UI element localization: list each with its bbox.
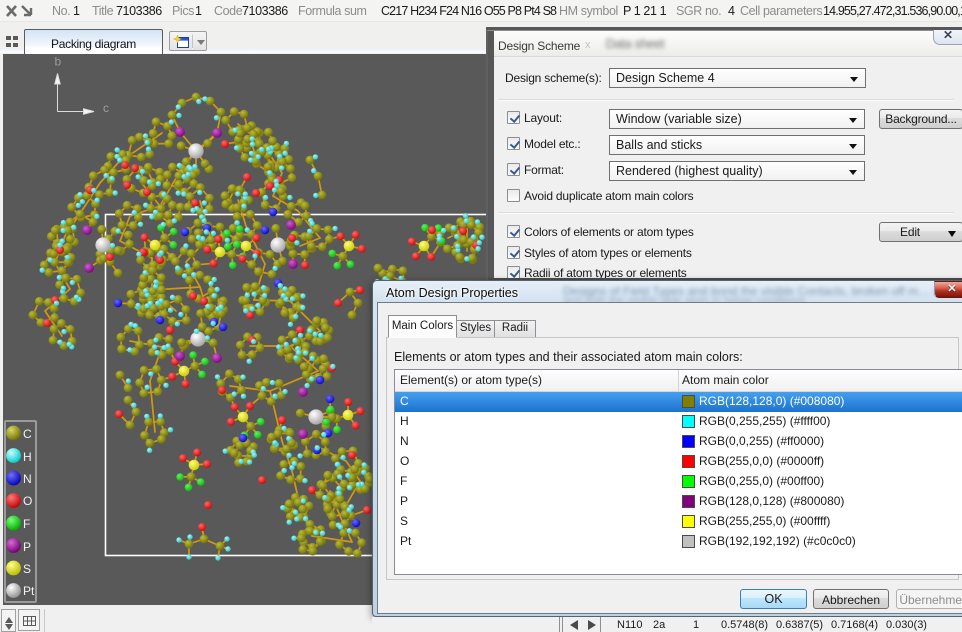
svg-text:c: c (103, 101, 109, 115)
svg-text:b: b (55, 55, 62, 69)
